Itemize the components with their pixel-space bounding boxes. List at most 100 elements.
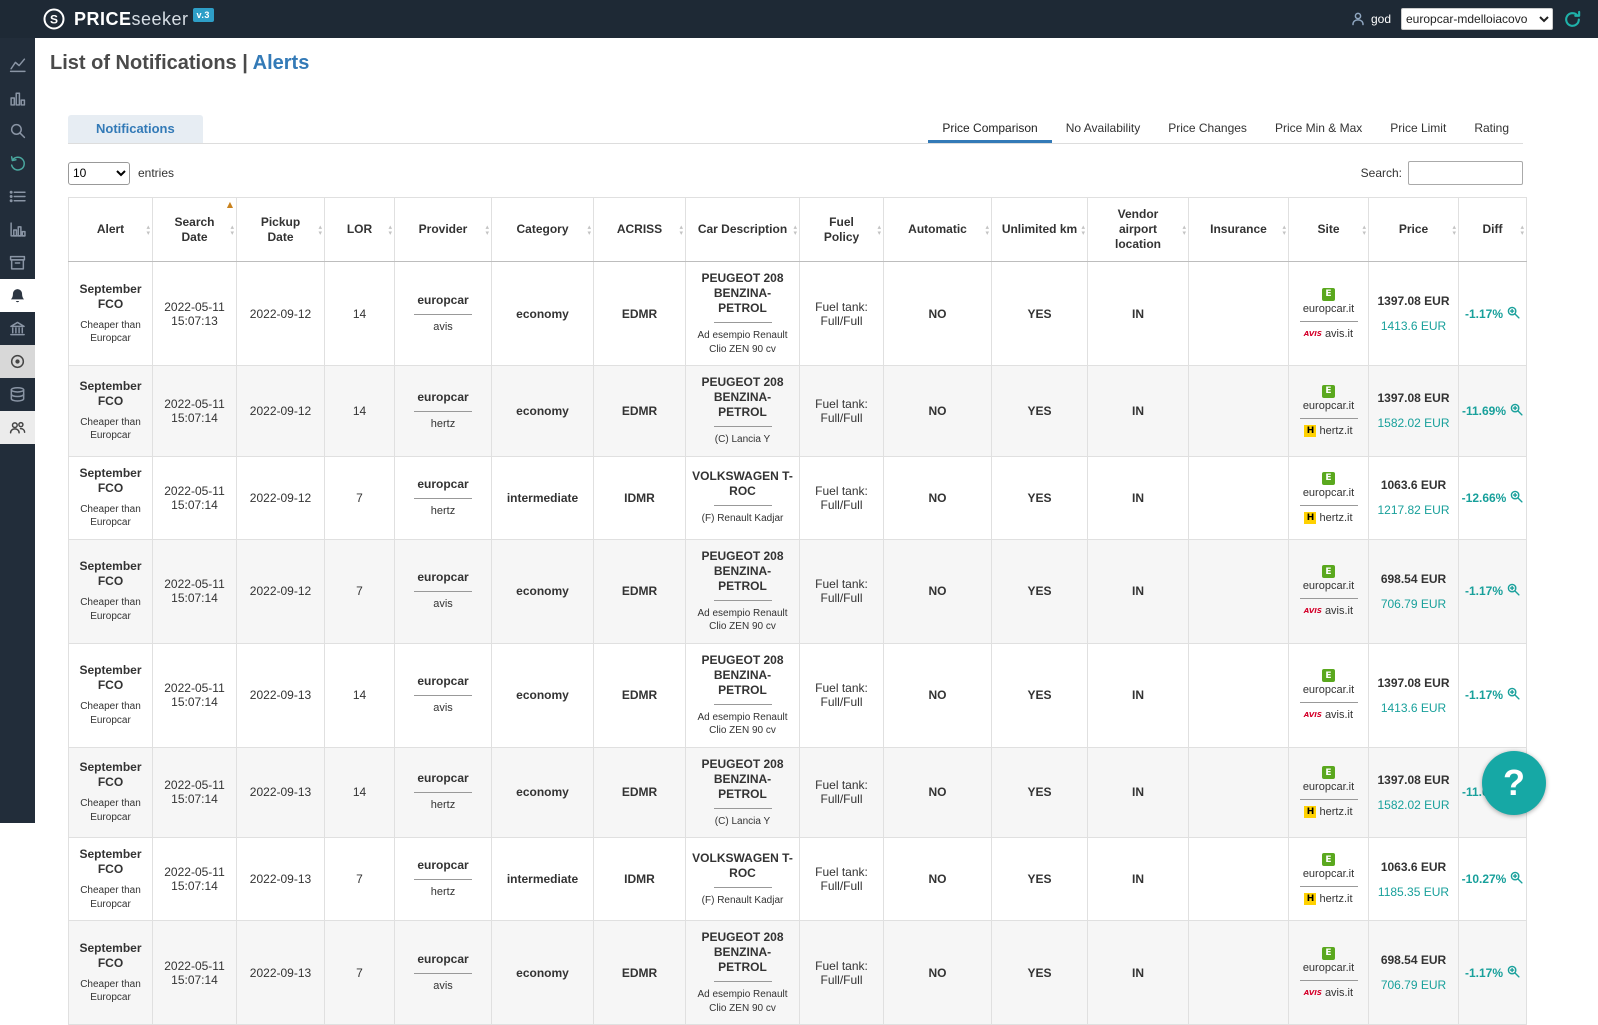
car-main: PEUGEOT 208 BENZINA-PETROL [690, 549, 795, 594]
column-header-search-date[interactable]: Search Date▴▾ [153, 198, 237, 262]
car-competitor: (C) Lancia Y [690, 815, 795, 829]
cell-site: E europcar.it H hertz.it [1289, 747, 1369, 838]
column-header-automatic[interactable]: Automatic▴▾ [884, 198, 992, 262]
cell-insurance [1189, 539, 1289, 643]
sidebar-item-list[interactable] [0, 180, 35, 213]
diff-value: -1.17% [1465, 307, 1503, 321]
entries-select[interactable]: 10 [68, 162, 130, 185]
price-competitor: 1185.35 EUR [1373, 885, 1454, 899]
column-header-insurance[interactable]: Insurance▴▾ [1189, 198, 1289, 262]
provider-main: europcar [399, 477, 487, 492]
column-header-diff[interactable]: Diff▴▾ [1459, 198, 1527, 262]
column-header-acriss[interactable]: ACRISS▴▾ [594, 198, 686, 262]
database-icon [9, 386, 26, 403]
zoom-icon[interactable] [1510, 490, 1523, 506]
sidebar-item-target[interactable] [0, 345, 35, 378]
price-main: 1397.08 EUR [1373, 391, 1454, 405]
diff-value: -12.66% [1462, 491, 1507, 505]
zoom-icon[interactable] [1510, 403, 1523, 419]
column-header-category[interactable]: Category▴▾ [492, 198, 594, 262]
cell-acriss: EDMR [594, 747, 686, 838]
cell-provider: europcar avis [395, 539, 492, 643]
table-row: September FCO Cheaper than Europcar 2022… [69, 262, 1527, 366]
filter-tab-price-comparison[interactable]: Price Comparison [928, 115, 1051, 143]
column-header-provider[interactable]: Provider▴▾ [395, 198, 492, 262]
column-header-alert[interactable]: Alert▴▾ [69, 198, 153, 262]
cell-automatic: NO [884, 262, 992, 366]
entries-label: entries [138, 166, 174, 180]
filter-tab-price-limit[interactable]: Price Limit [1376, 115, 1460, 143]
cell-pickup-date: 2022-09-13 [237, 921, 325, 1025]
cell-car-description: PEUGEOT 208 BENZINA-PETROL Ad esempio Re… [686, 539, 800, 643]
alert-subtitle: Cheaper than Europcar [73, 884, 148, 911]
cell-car-description: PEUGEOT 208 BENZINA-PETROL Ad esempio Re… [686, 643, 800, 747]
column-header-pickup-date[interactable]: Pickup Date▴▾ [237, 198, 325, 262]
zoom-icon[interactable] [1507, 306, 1520, 322]
zoom-icon[interactable] [1507, 687, 1520, 703]
priceseeker-logo-icon: S [42, 7, 66, 31]
bell-icon [9, 287, 26, 304]
provider-main: europcar [399, 952, 487, 967]
cell-fuel-policy: Fuel tank: Full/Full [800, 643, 884, 747]
site-main-label: europcar.it [1303, 580, 1354, 592]
cell-acriss: EDMR [594, 539, 686, 643]
column-header-site[interactable]: Site▴▾ [1289, 198, 1369, 262]
column-header-unlimited-km[interactable]: Unlimited km▴▾ [992, 198, 1088, 262]
column-header-fuel-policy[interactable]: Fuel Policy▴▾ [800, 198, 884, 262]
sidebar-item-search[interactable] [0, 114, 35, 147]
sidebar-item-database[interactable] [0, 378, 35, 411]
table-row: September FCO Cheaper than Europcar 2022… [69, 366, 1527, 457]
cell-price: 1397.08 EUR 1413.6 EUR [1369, 262, 1459, 366]
sort-icons: ▴▾ [985, 224, 989, 236]
cell-pickup-date: 2022-09-13 [237, 838, 325, 921]
cell-unlimited-km: YES [992, 456, 1088, 539]
cell-price: 1063.6 EUR 1217.82 EUR [1369, 456, 1459, 539]
notifications-section: Notifications Price ComparisonNo Availab… [35, 115, 1598, 1025]
cell-alert: September FCO Cheaper than Europcar [69, 921, 153, 1025]
site-main-label: europcar.it [1303, 400, 1354, 412]
sort-icons: ▴▾ [230, 224, 234, 236]
zoom-icon[interactable] [1510, 871, 1523, 887]
column-header-price[interactable]: Price▴▾ [1369, 198, 1459, 262]
filter-tab-no-availability[interactable]: No Availability [1052, 115, 1154, 143]
filter-tab-rating[interactable]: Rating [1460, 115, 1523, 143]
tab-notifications[interactable]: Notifications [68, 115, 203, 143]
site-main-label: europcar.it [1303, 962, 1354, 974]
filter-tab-price-changes[interactable]: Price Changes [1154, 115, 1261, 143]
alert-subtitle: Cheaper than Europcar [73, 978, 148, 1005]
sidebar-item-charts[interactable] [0, 81, 35, 114]
cell-category: intermediate [492, 456, 594, 539]
bank-icon [9, 320, 26, 337]
column-header-car-description[interactable]: Car Description▴▾ [686, 198, 800, 262]
account-select[interactable]: europcar-mdelloiacovo [1401, 8, 1553, 30]
cell-unlimited-km: YES [992, 747, 1088, 838]
divider [714, 704, 772, 705]
sidebar-item-analytics[interactable] [0, 48, 35, 81]
filter-tab-price-min-max[interactable]: Price Min & Max [1261, 115, 1376, 143]
zoom-icon[interactable] [1507, 965, 1520, 981]
cell-lor: 14 [325, 747, 395, 838]
provider-competitor: hertz [399, 886, 487, 900]
zoom-icon[interactable] [1507, 583, 1520, 599]
cell-lor: 14 [325, 366, 395, 457]
cell-search-date: 2022-05-11 15:07:14 [153, 643, 237, 747]
refresh-icon[interactable] [1563, 10, 1582, 29]
sidebar-item-reports[interactable] [0, 213, 35, 246]
search-control: Search: [1361, 161, 1523, 185]
table-row: September FCO Cheaper than Europcar 2022… [69, 747, 1527, 838]
user-icon [1350, 11, 1366, 27]
column-header-lor[interactable]: LOR▴▾ [325, 198, 395, 262]
cell-search-date: 2022-05-11 15:07:14 [153, 921, 237, 1025]
sidebar-item-history[interactable] [0, 147, 35, 180]
alert-subtitle: Cheaper than Europcar [73, 700, 148, 727]
search-input[interactable] [1408, 161, 1523, 185]
help-button[interactable]: ? [1482, 751, 1546, 815]
sidebar-item-alerts[interactable] [0, 279, 35, 312]
sidebar-item-archive[interactable] [0, 246, 35, 279]
sidebar-item-users[interactable] [0, 411, 35, 444]
site-competitor: AVIS avis.it [1293, 987, 1364, 999]
column-header-vendor-airport-location[interactable]: Vendor airport location▴▾ [1088, 198, 1189, 262]
europcar-logo-icon: E [1322, 766, 1335, 779]
sidebar-item-bank[interactable] [0, 312, 35, 345]
cell-insurance [1189, 838, 1289, 921]
